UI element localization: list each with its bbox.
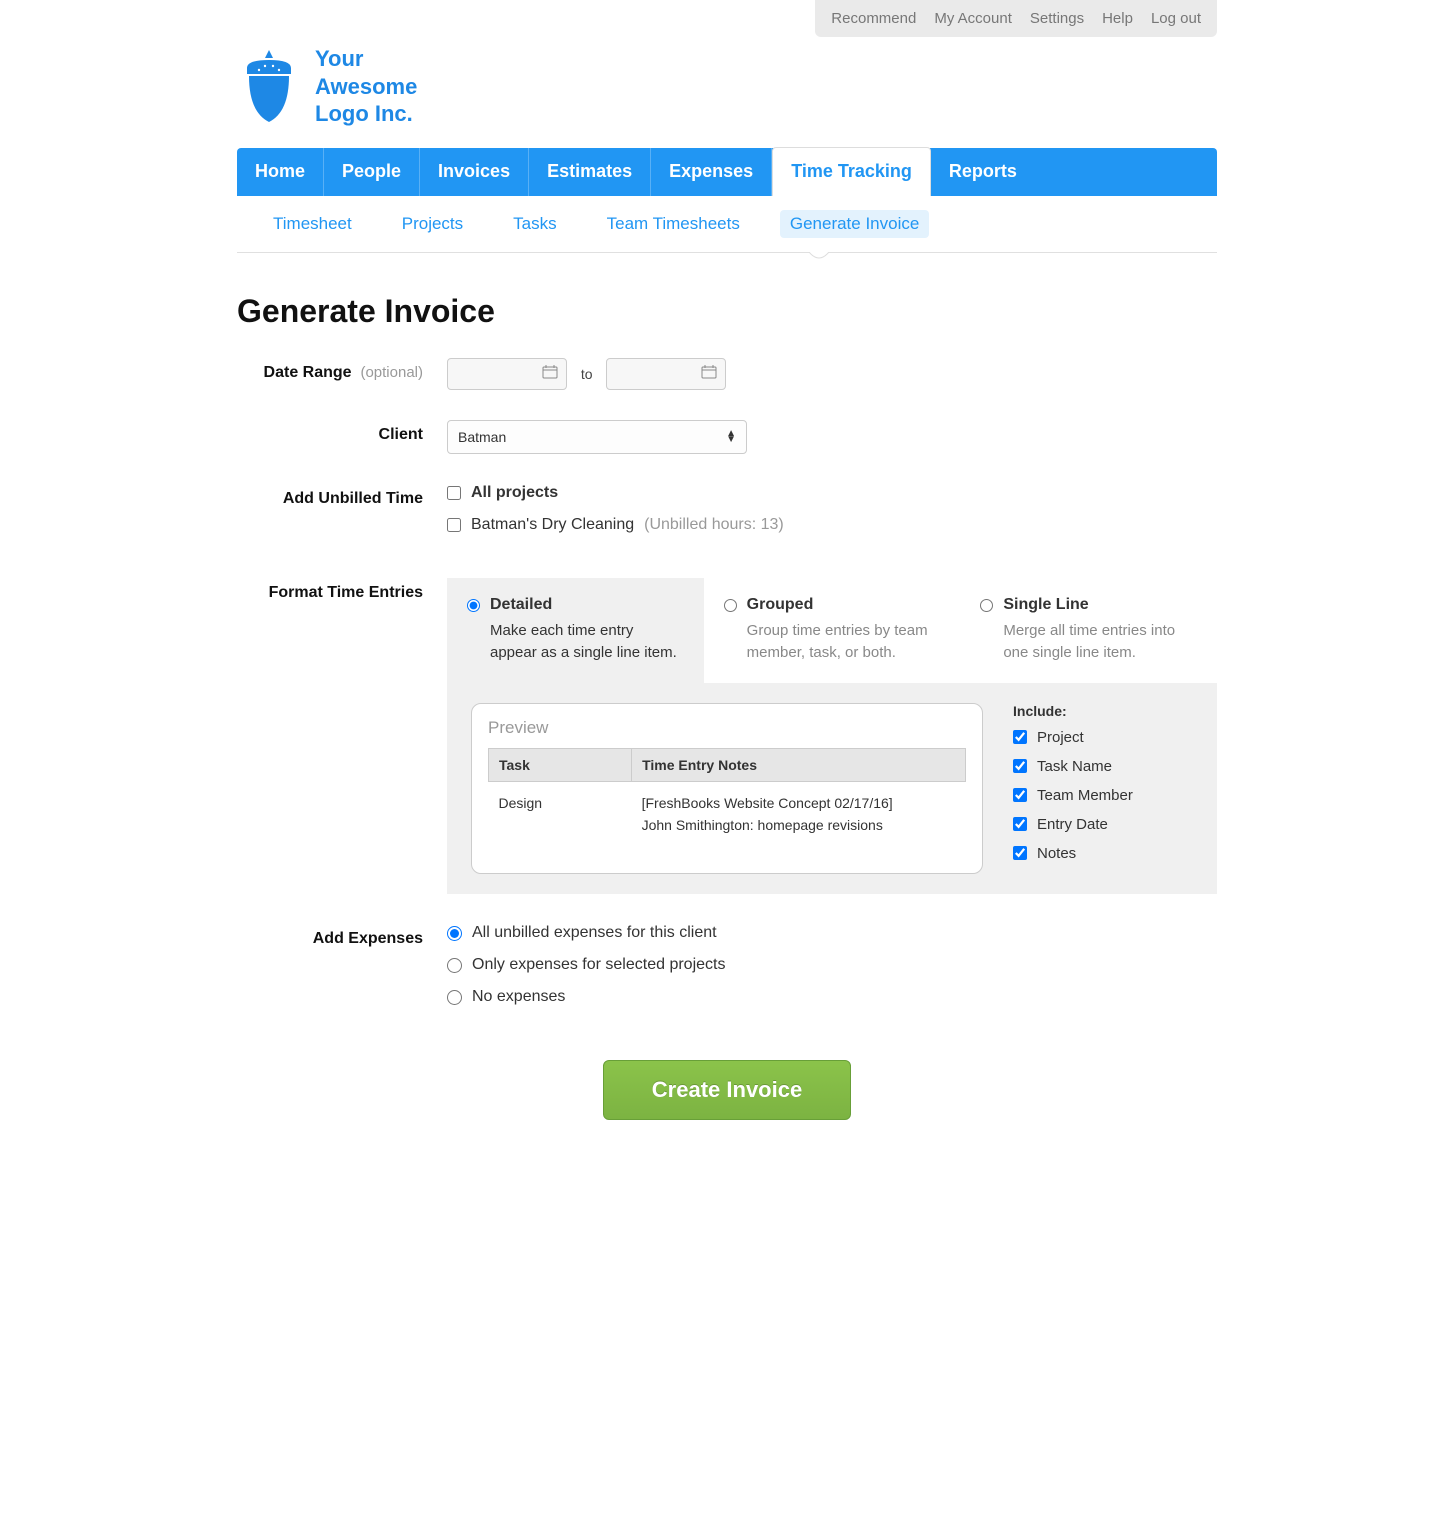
logo-text: Your Awesome Logo Inc. [315, 45, 417, 128]
util-logout[interactable]: Log out [1151, 10, 1201, 27]
include-project[interactable] [1013, 730, 1027, 744]
preview-title: Preview [488, 718, 966, 738]
include-team-member[interactable] [1013, 788, 1027, 802]
util-help[interactable]: Help [1102, 10, 1133, 27]
logo: Your Awesome Logo Inc. [237, 45, 1217, 128]
tab-reports[interactable]: Reports [931, 148, 1035, 196]
all-projects-label: All projects [471, 484, 558, 502]
include-label: Notes [1037, 845, 1076, 862]
preview-th-task: Task [489, 748, 632, 781]
table-row: Design [FreshBooks Website Concept 02/17… [489, 781, 966, 846]
exp-label: Only expenses for selected projects [472, 956, 725, 974]
tab-invoices[interactable]: Invoices [420, 148, 529, 196]
tab-home[interactable]: Home [237, 148, 324, 196]
page-title: Generate Invoice [237, 293, 1217, 330]
calendar-icon [701, 365, 717, 382]
sub-tabs: Timesheet Projects Tasks Team Timesheets… [237, 196, 1217, 253]
client-value: Batman [458, 429, 506, 445]
format-opt-single-line[interactable]: Single Line Merge all time entries into … [960, 578, 1217, 683]
subtab-tasks[interactable]: Tasks [503, 210, 566, 238]
label-format-entries: Format Time Entries [237, 578, 447, 602]
radio-grouped[interactable] [724, 598, 737, 613]
include-entry-date[interactable] [1013, 817, 1027, 831]
tab-estimates[interactable]: Estimates [529, 148, 651, 196]
util-recommend[interactable]: Recommend [831, 10, 916, 27]
exp-label: All unbilled expenses for this client [472, 924, 717, 942]
tab-people[interactable]: People [324, 148, 420, 196]
subtab-timesheet[interactable]: Timesheet [263, 210, 362, 238]
label-add-expenses: Add Expenses [237, 924, 447, 948]
preview-table: Task Time Entry Notes Design [FreshBooks… [488, 748, 966, 847]
date-separator: to [581, 366, 593, 382]
format-desc: Merge all time entries into one single l… [1003, 620, 1197, 665]
radio-exp-none[interactable] [447, 990, 462, 1005]
client-select[interactable]: Batman ▲▼ [447, 420, 747, 454]
tab-time-tracking[interactable]: Time Tracking [772, 147, 931, 196]
include-notes[interactable] [1013, 846, 1027, 860]
format-title: Grouped [747, 596, 941, 614]
util-settings[interactable]: Settings [1030, 10, 1084, 27]
format-opt-detailed[interactable]: Detailed Make each time entry appear as … [447, 578, 704, 683]
calendar-icon [542, 365, 558, 382]
preview-panel: Preview Task Time Entry Notes Design [Fr… [471, 703, 983, 874]
format-desc: Make each time entry appear as a single … [490, 620, 684, 665]
label-client: Client [237, 420, 447, 444]
format-title: Single Line [1003, 596, 1197, 614]
main-tabs: Home People Invoices Estimates Expenses … [237, 148, 1217, 196]
include-title: Include: [1013, 703, 1193, 719]
exp-label: No expenses [472, 988, 565, 1006]
utility-nav: Recommend My Account Settings Help Log o… [815, 0, 1217, 37]
tab-expenses[interactable]: Expenses [651, 148, 772, 196]
radio-single-line[interactable] [980, 598, 993, 613]
preview-notes-cell: [FreshBooks Website Concept 02/17/16] Jo… [632, 781, 966, 846]
radio-detailed[interactable] [467, 598, 480, 613]
subtab-generate-invoice[interactable]: Generate Invoice [780, 210, 929, 238]
preview-task-cell: Design [489, 781, 632, 846]
include-panel: Include: Project Task Name Team Member E… [1013, 703, 1193, 874]
subtab-team-timesheets[interactable]: Team Timesheets [597, 210, 750, 238]
util-my-account[interactable]: My Account [934, 10, 1012, 27]
radio-exp-all[interactable] [447, 926, 462, 941]
format-desc: Group time entries by team member, task,… [747, 620, 941, 665]
preview-th-notes: Time Entry Notes [632, 748, 966, 781]
project-hours-label: (Unbilled hours: 13) [644, 516, 784, 534]
include-label: Task Name [1037, 758, 1112, 775]
pointer-icon [809, 252, 829, 262]
include-label: Project [1037, 729, 1084, 746]
label-date-range: Date Range (optional) [237, 358, 447, 382]
include-label: Team Member [1037, 787, 1133, 804]
format-box: Detailed Make each time entry appear as … [447, 578, 1217, 894]
radio-exp-selected[interactable] [447, 958, 462, 973]
include-label: Entry Date [1037, 816, 1108, 833]
project-name-label: Batman's Dry Cleaning [471, 516, 634, 534]
date-from-input[interactable] [447, 358, 567, 390]
select-arrows-icon: ▲▼ [726, 431, 736, 443]
label-add-unbilled: Add Unbilled Time [237, 484, 447, 508]
date-to-input[interactable] [606, 358, 726, 390]
format-title: Detailed [490, 596, 684, 614]
subtab-projects[interactable]: Projects [392, 210, 473, 238]
acorn-icon [237, 46, 301, 126]
checkbox-project[interactable] [447, 518, 461, 532]
format-opt-grouped[interactable]: Grouped Group time entries by team membe… [704, 578, 961, 683]
create-invoice-button[interactable]: Create Invoice [603, 1060, 851, 1120]
checkbox-all-projects[interactable] [447, 486, 461, 500]
include-task-name[interactable] [1013, 759, 1027, 773]
